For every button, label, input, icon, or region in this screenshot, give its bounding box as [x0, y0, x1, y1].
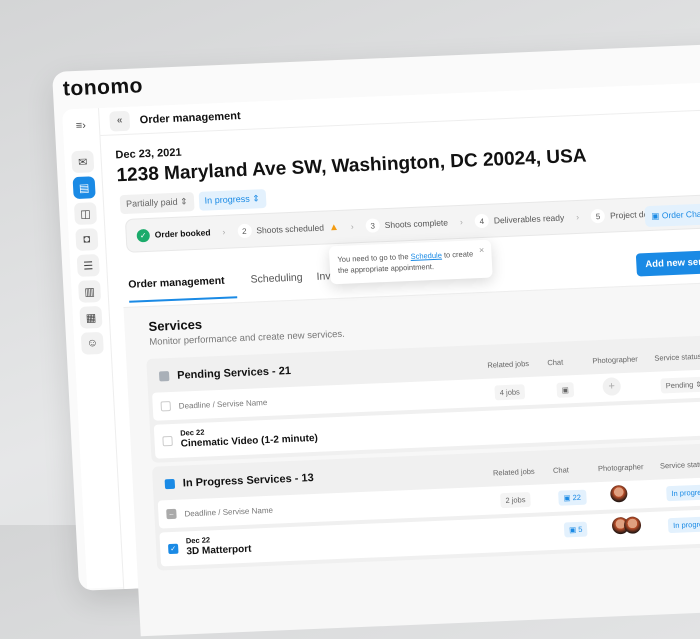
step-label: Deliverables ready: [493, 212, 565, 226]
col-service-status: Service status: [654, 351, 700, 363]
step-label: Shoots scheduled: [256, 222, 325, 236]
status-label: Pending: [665, 380, 694, 391]
pending-color-icon: [158, 371, 170, 382]
col-photographer: Photographer: [597, 462, 644, 474]
step-number: 3: [365, 218, 381, 233]
schedule-link[interactable]: Schedule: [410, 251, 442, 261]
service-name: 3D Matterport: [186, 543, 252, 558]
sidebar-toggle-icon[interactable]: ≡›: [69, 114, 92, 137]
chat-button[interactable]: ▣ 5: [563, 521, 588, 538]
col-chat: Chat: [547, 357, 564, 368]
service-status-select[interactable]: Pending ⇕: [660, 375, 700, 394]
photographer-avatar[interactable]: [623, 516, 642, 535]
close-icon[interactable]: ×: [479, 245, 485, 256]
add-photographer-button[interactable]: +: [602, 377, 622, 396]
in-progress-color-icon: [164, 478, 176, 490]
user-settings-icon[interactable]: ☺: [80, 331, 104, 355]
in-progress-services-group: In Progress Services - 13 Related jobs C…: [151, 442, 700, 571]
chat-count: 5: [578, 524, 583, 534]
col-related-jobs: Related jobs: [487, 359, 530, 370]
inbox-icon[interactable]: ✉: [71, 150, 95, 174]
step-order-booked[interactable]: ✓ Order booked: [136, 226, 211, 242]
chevron-right-icon: ›: [575, 211, 580, 223]
add-new-service-button[interactable]: Add new service: [635, 249, 700, 277]
col-related-jobs: Related jobs: [492, 466, 535, 478]
logo: tonomo: [62, 74, 144, 101]
briefcase-icon[interactable]: ◘: [75, 228, 99, 251]
step-label: Order booked: [154, 227, 211, 240]
related-jobs[interactable]: 4 jobs: [494, 384, 526, 401]
check-icon: ✓: [136, 228, 151, 242]
group-title: In Progress Services - 13: [182, 472, 315, 490]
row-checkbox[interactable]: ✓: [167, 543, 179, 555]
collapse-button[interactable]: «: [109, 110, 131, 132]
step-label: Shoots complete: [384, 217, 449, 231]
devices-icon[interactable]: ◫: [73, 202, 98, 226]
services-title: Services: [148, 316, 203, 334]
order-status-select[interactable]: In progress ⇕: [198, 189, 267, 211]
related-jobs[interactable]: 2 jobs: [500, 491, 531, 509]
photographer-avatar[interactable]: [609, 484, 628, 503]
tabs: Order management Scheduling Invoi: [128, 270, 340, 303]
reports-icon[interactable]: ▥: [78, 279, 102, 303]
col-photographer: Photographer: [592, 354, 639, 366]
payment-status-select[interactable]: Partially paid ⇕: [119, 192, 195, 215]
order-address: 1238 Maryland Ave SW, Washington, DC 200…: [116, 145, 588, 187]
order-chat-button[interactable]: ▣ Order Chat: [643, 203, 700, 228]
col-service-status: Service status: [659, 459, 700, 471]
deadline: Dec 22: [179, 427, 205, 438]
chat-button[interactable]: ▣ 22: [558, 489, 587, 506]
orders-icon[interactable]: ▤: [72, 176, 96, 200]
tab-scheduling[interactable]: Scheduling: [250, 272, 303, 298]
step-deliverables-ready[interactable]: 4 Deliverables ready: [474, 211, 564, 229]
calendar-icon[interactable]: ▦: [79, 305, 103, 329]
row-checkbox[interactable]: [162, 435, 173, 447]
tab-order-management[interactable]: Order management: [128, 274, 238, 303]
order-chat-label: Order Chat: [661, 208, 700, 221]
warning-icon[interactable]: ▲: [329, 221, 339, 232]
services-section: Services Monitor performance and create …: [123, 281, 700, 637]
tooltip: You need to go to the Schedule to create…: [328, 239, 493, 285]
col-name: Deadline / Servise Name: [184, 505, 274, 519]
header: « Order management: [98, 78, 700, 136]
chat-count: 22: [572, 492, 582, 503]
col-name: Deadline / Servise Name: [178, 397, 268, 411]
step-number: 2: [236, 223, 252, 239]
tooltip-text: You need to go to the: [337, 251, 411, 265]
step-shoots-complete[interactable]: 3 Shoots complete: [365, 215, 449, 233]
header-title: Order management: [139, 109, 241, 126]
step-shoots-scheduled[interactable]: 2 Shoots scheduled ▲: [236, 220, 339, 239]
deadline: Dec 22: [185, 535, 211, 546]
select-all-checkbox[interactable]: –: [166, 508, 177, 520]
pending-services-group: Pending Services - 21 Related jobs Chat …: [146, 334, 700, 463]
app-window: tonomo ≡› ✉ ▤ ◫ ◘ ☰ ▥ ▦ ☺ « Order manage…: [52, 40, 700, 637]
chevron-right-icon: ›: [350, 221, 354, 232]
service-status-badge: In progress: [666, 484, 700, 502]
step-number: 5: [590, 208, 606, 224]
select-all-checkbox[interactable]: [160, 401, 172, 412]
main-panel: « Order management Dec 23, 2021 1238 Mar…: [97, 78, 700, 637]
payment-status-label: Partially paid: [125, 196, 178, 209]
col-chat: Chat: [552, 465, 570, 475]
services-icon[interactable]: ☰: [76, 254, 100, 277]
chat-icon[interactable]: ▣: [556, 382, 575, 398]
order-date: Dec 23, 2021: [115, 146, 182, 162]
group-title: Pending Services - 21: [176, 364, 292, 382]
step-number: 4: [474, 213, 490, 229]
order-status-label: In progress: [204, 193, 250, 206]
chevron-right-icon: ›: [222, 226, 226, 237]
chevron-right-icon: ›: [459, 216, 464, 227]
